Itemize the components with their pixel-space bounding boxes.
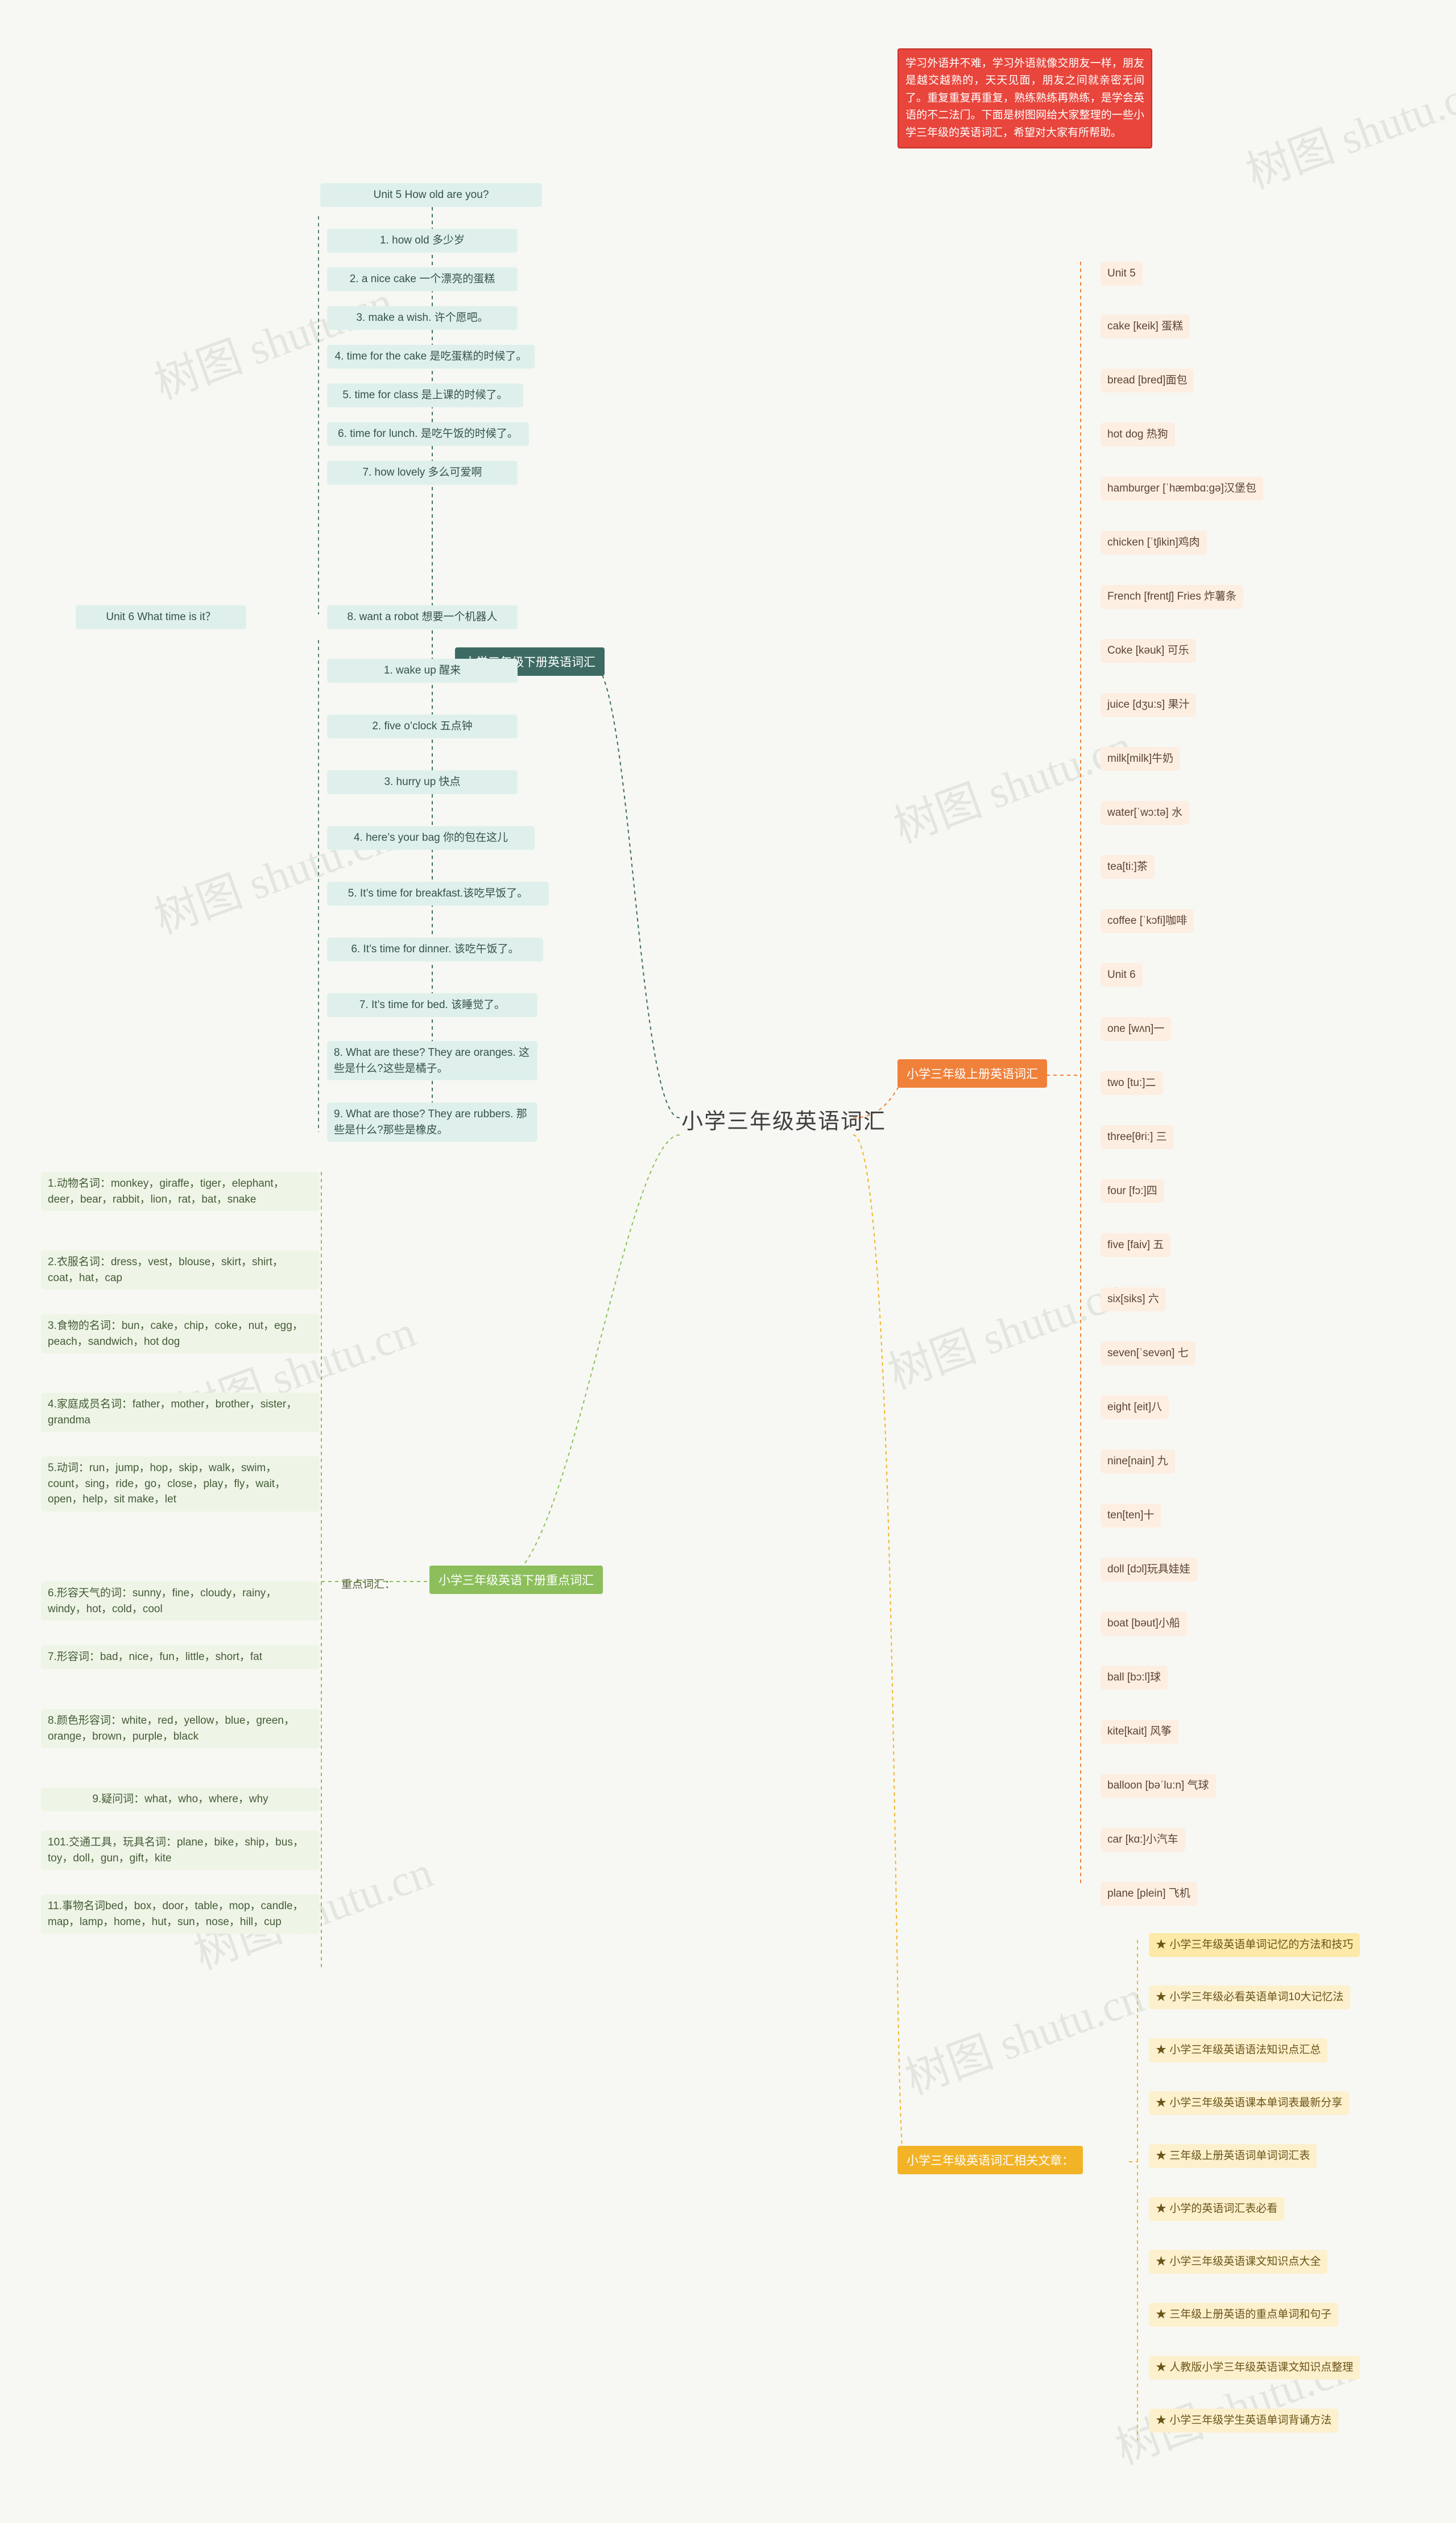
- list-item[interactable]: bread [bred]面包: [1101, 369, 1194, 393]
- list-item[interactable]: kite[kait] 风筝: [1101, 1720, 1178, 1744]
- list-item[interactable]: juice [dʒu:s] 果汁: [1101, 693, 1197, 717]
- list-item[interactable]: 4. here’s your bag 你的包在这儿: [327, 826, 535, 850]
- list-item[interactable]: 11.事物名词bed，box，door，table，mop，candle，map…: [41, 1894, 320, 1934]
- branch-label-grade3-vol1[interactable]: 小学三年级上册英语词汇: [897, 1059, 1047, 1088]
- list-item[interactable]: milk[milk]牛奶: [1101, 747, 1181, 771]
- list-item[interactable]: 2. a nice cake 一个漂亮的蛋糕: [327, 267, 518, 291]
- list-item[interactable]: 4.家庭成员名词：father，mother，brother，sister，gr…: [41, 1393, 320, 1432]
- sub-label-key-words: 重点词汇：: [341, 1579, 396, 1591]
- list-item[interactable]: 3. hurry up 快点: [327, 770, 518, 794]
- branch-label-related-articles[interactable]: 小学三年级英语词汇相关文章：: [897, 2146, 1083, 2174]
- list-item[interactable]: 5. time for class 是上课的时候了。: [327, 383, 523, 407]
- list-item[interactable]: car [kɑ:]小汽车: [1101, 1828, 1185, 1852]
- list-item[interactable]: tea[ti:]茶: [1101, 855, 1155, 879]
- mindmap-canvas: 树图 shutu.cn 树图 shutu.cn 树图 shutu.cn 树图 s…: [0, 0, 1456, 2523]
- list-item[interactable]: chicken [ˈtʃikin]鸡肉: [1101, 531, 1207, 555]
- list-item[interactable]: 8.颜色形容词：white，red，yellow，blue，green，oran…: [41, 1709, 320, 1749]
- list-item[interactable]: 1.动物名词：monkey，giraffe，tiger，elephant，dee…: [41, 1172, 320, 1212]
- list-item[interactable]: seven[ˈsevən] 七: [1101, 1341, 1196, 1365]
- list-item[interactable]: three[θri:] 三: [1101, 1125, 1174, 1149]
- list-item[interactable]: 7. It’s time for bed. 该睡觉了。: [327, 993, 537, 1017]
- list-item[interactable]: Coke [kəuk] 可乐: [1101, 639, 1196, 663]
- list-item[interactable]: nine[nain] 九: [1101, 1450, 1175, 1473]
- list-item[interactable]: 8. What are these? They are oranges. 这些是…: [327, 1041, 537, 1081]
- list-item[interactable]: boat [bəut]小船: [1101, 1612, 1187, 1636]
- unit6-title[interactable]: Unit 6: [1101, 963, 1143, 987]
- list-item[interactable]: ★ 小学三年级学生英语单词背诵方法: [1149, 2409, 1339, 2433]
- unit5-title[interactable]: Unit 5: [1101, 262, 1143, 286]
- watermark: 树图 shutu.cn: [1240, 66, 1456, 198]
- list-item[interactable]: 6. It’s time for dinner. 该吃午饭了。: [327, 938, 543, 961]
- list-item[interactable]: 1. wake up 醒来: [327, 659, 518, 683]
- list-item[interactable]: French [frentʃ] Fries 炸薯条: [1101, 585, 1243, 609]
- list-item[interactable]: ★ 三年级上册英语词单词词汇表: [1149, 2144, 1317, 2168]
- list-item[interactable]: four [fɔ:]四: [1101, 1179, 1164, 1203]
- list-item[interactable]: cake [keik] 蛋糕: [1101, 315, 1190, 338]
- list-item[interactable]: 9. What are those? They are rubbers. 那些是…: [327, 1102, 537, 1142]
- watermark: 树图 shutu.cn: [887, 720, 1139, 852]
- list-item[interactable]: 1. how old 多少岁: [327, 229, 518, 253]
- list-item[interactable]: 3.食物的名词：bun，cake，chip，coke，nut，egg，peach…: [41, 1314, 320, 1354]
- list-item[interactable]: ball [bɔ:l]球: [1101, 1666, 1168, 1690]
- list-item[interactable]: plane [plein] 飞机: [1101, 1882, 1197, 1906]
- list-item[interactable]: water[ˈwɔ:tə] 水: [1101, 801, 1189, 825]
- list-item[interactable]: hot dog 热狗: [1101, 423, 1175, 447]
- list-item[interactable]: 6. time for lunch. 是吃午饭的时候了。: [327, 422, 529, 446]
- list-item[interactable]: 4. time for the cake 是吃蛋糕的时候了。: [327, 345, 535, 369]
- watermark: 树图 shutu.cn: [148, 811, 399, 943]
- branch-label-key-words[interactable]: 小学三年级英语下册重点词汇: [429, 1566, 603, 1594]
- list-item[interactable]: ★ 三年级上册英语的重点单词和句子: [1149, 2303, 1339, 2327]
- list-item[interactable]: doll [dɔl]玩具娃娃: [1101, 1558, 1197, 1581]
- intro-note: 学习外语并不难，学习外语就像交朋友一样，朋友是越交越熟的，天天见面，朋友之间就亲…: [897, 48, 1152, 148]
- list-item[interactable]: ★ 小学三年级英语单词记忆的方法和技巧: [1149, 1933, 1360, 1957]
- list-item[interactable]: coffee [ˈkɔfi]咖啡: [1101, 909, 1194, 933]
- list-item[interactable]: six[siks] 六: [1101, 1287, 1166, 1311]
- watermark: 树图 shutu.cn: [899, 1972, 1150, 2104]
- list-item[interactable]: 9.疑问词：what，who，where，why: [41, 1787, 320, 1811]
- list-item[interactable]: two [tu:]二: [1101, 1071, 1163, 1095]
- list-item[interactable]: ★ 小学三年级英语课本单词表最新分享: [1149, 2091, 1350, 2115]
- list-item[interactable]: 8. want a robot 想要一个机器人: [327, 605, 518, 629]
- list-item[interactable]: hamburger [ˈhæmbɑ:gə]汉堡包: [1101, 477, 1263, 501]
- list-item[interactable]: ★ 小学三年级必看英语单词10大记忆法: [1149, 1985, 1351, 2009]
- unit5-title[interactable]: Unit 5 How old are you?: [320, 183, 542, 207]
- watermark: 树图 shutu.cn: [1109, 2342, 1360, 2474]
- list-item[interactable]: ten[ten]十: [1101, 1504, 1161, 1527]
- list-item[interactable]: ★ 小学三年级英语语法知识点汇总: [1149, 2038, 1328, 2062]
- page-title: 小学三年级英语词汇: [681, 1110, 887, 1134]
- list-item[interactable]: 2. five o’clock 五点钟: [327, 715, 518, 738]
- unit6-title[interactable]: Unit 6 What time is it？: [76, 605, 246, 629]
- list-item[interactable]: 6.形容天气的词：sunny，fine，cloudy，rainy，windy，h…: [41, 1581, 320, 1621]
- list-item[interactable]: 5.动词：run，jump，hop，skip，walk，swim，count，s…: [41, 1456, 320, 1512]
- list-item[interactable]: ★ 人教版小学三年级英语课文知识点整理: [1149, 2356, 1360, 2380]
- list-item[interactable]: 3. make a wish. 许个愿吧。: [327, 306, 518, 330]
- list-item[interactable]: ★ 小学的英语词汇表必看: [1149, 2197, 1285, 2221]
- list-item[interactable]: 7. how lovely 多么可爱啊: [327, 461, 518, 485]
- list-item[interactable]: ★ 小学三年级英语课文知识点大全: [1149, 2250, 1328, 2274]
- list-item[interactable]: one [wʌn]一: [1101, 1017, 1172, 1041]
- list-item[interactable]: 101.交通工具，玩具名词：plane，bike，ship，bus，toy，do…: [41, 1831, 320, 1870]
- list-item[interactable]: balloon [bəˈlu:n] 气球: [1101, 1774, 1216, 1798]
- list-item[interactable]: five [faiv] 五: [1101, 1233, 1171, 1257]
- watermark: 树图 shutu.cn: [882, 1266, 1133, 1398]
- list-item[interactable]: eight [eit]八: [1101, 1395, 1169, 1419]
- list-item[interactable]: 2.衣服名词：dress，vest，blouse，skirt，shirt，coa…: [41, 1250, 320, 1290]
- list-item[interactable]: 5. It’s time for breakfast.该吃早饭了。: [327, 882, 549, 906]
- list-item[interactable]: 7.形容词：bad，nice，fun，little，short，fat: [41, 1645, 320, 1669]
